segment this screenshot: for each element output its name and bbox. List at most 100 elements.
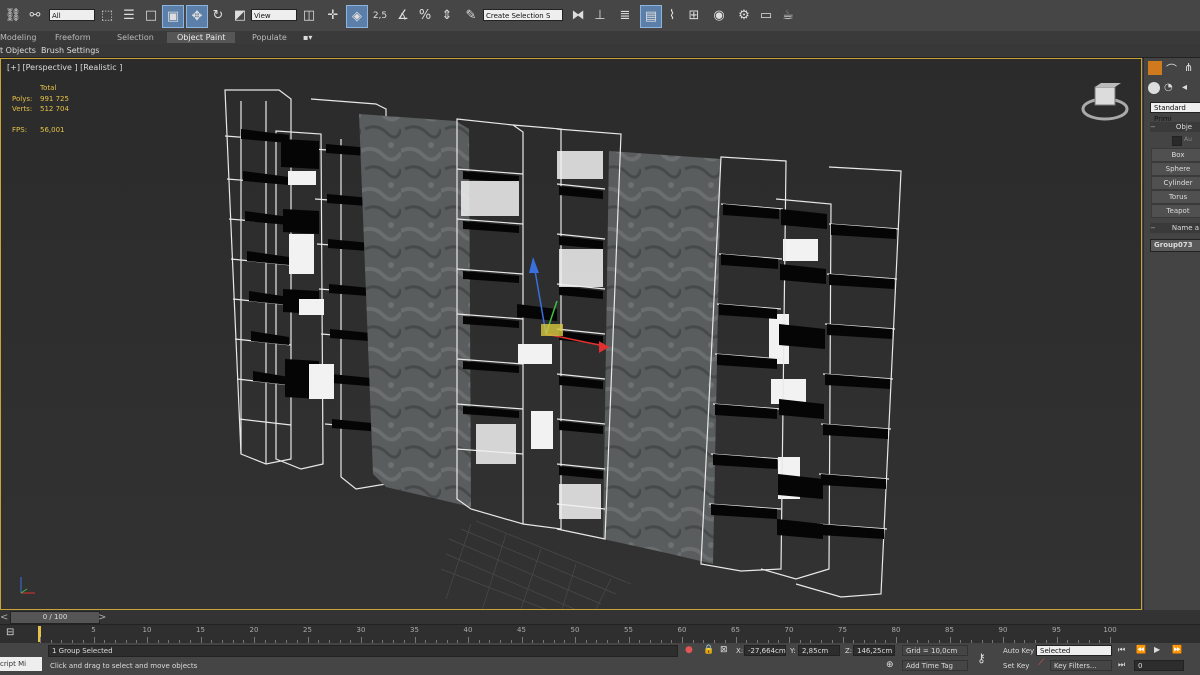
object-name-field[interactable]: Group073 [1150,239,1200,252]
tab-modeling[interactable]: Modeling [0,32,36,43]
link-icon[interactable]: ⛓ [3,5,23,26]
tab-populate[interactable]: Populate [252,32,287,43]
align-icon[interactable]: ⊥ [590,5,610,26]
next-frame-icon[interactable]: > [98,612,106,623]
move-gizmo-icon[interactable]: ✛ [323,5,343,26]
timeline-tick-label: 5 [91,626,96,634]
x-label: X: [736,647,744,655]
timeline-tick-label: 65 [731,626,740,634]
select-and-rotate-icon[interactable]: ↻ [208,5,228,26]
box-button[interactable]: Box [1151,148,1200,162]
unlink-icon[interactable]: ⚯ [25,5,45,26]
play-icon[interactable]: ▶ [1154,645,1160,654]
time-slider-thumb[interactable]: 0 / 100 [10,611,100,624]
render-frame-window-icon[interactable]: ▭ [756,5,776,26]
geometry-icon[interactable] [1148,82,1160,94]
key-tangent-icon[interactable]: ⟋ [1038,658,1044,668]
perspective-viewport[interactable]: [+] [Perspective ] [Realistic ] Total Po… [0,58,1142,610]
create-tab-icon[interactable] [1148,61,1162,75]
maxscript-listener[interactable]: cript Mi [0,657,42,671]
time-slider[interactable]: < 0 / 100 > [0,610,1200,624]
curve-editor-icon[interactable]: ⌇ [662,5,682,26]
x-coordinate-field[interactable]: -27,664cm [744,645,786,656]
axis-tripod-icon [13,571,41,599]
tab-object-paint[interactable]: Object Paint [167,32,236,43]
ribbon-tabs: Modeling Freeform Selection Object Paint… [0,31,1200,45]
brush-settings-panel[interactable]: Brush Settings [41,45,99,56]
render-production-icon[interactable]: ☕ [778,5,798,26]
modify-tab-icon[interactable]: ⌒ [1166,61,1177,77]
key-filters-button[interactable]: Key Filters... [1050,660,1112,671]
timeline-tick-label: 40 [463,626,473,634]
select-by-name-icon[interactable]: ☰ [119,5,139,26]
teapot-button[interactable]: Teapot [1151,204,1200,218]
ribbon-panel: t Objects Brush Settings [0,44,1200,58]
rectangular-region-icon[interactable]: □ [141,5,161,26]
z-coordinate-field[interactable]: 146,25cm [853,645,895,656]
torus-button[interactable]: Torus [1151,190,1200,204]
paint-objects-panel[interactable]: t Objects [0,45,36,56]
marble-panel-left [359,114,471,507]
cylinder-button[interactable]: Cylinder [1151,176,1200,190]
select-and-scale-icon[interactable]: ◩ [230,5,250,26]
y-coordinate-field[interactable]: 2,85cm [798,645,840,656]
key-mode-icon[interactable]: ⏭ [1118,660,1125,670]
reference-coordinate-select[interactable]: View [251,9,297,21]
track-bar[interactable]: ⊟ 5 10 15 20 25 30 35 40 45 50 55 60 65 70 75 80 85 90 95 1… [0,624,1200,644]
absolute-mode-icon[interactable]: ⊠ [720,645,728,655]
toggle-ribbon-icon[interactable]: ▤ [640,5,662,28]
add-time-tag-button[interactable]: Add Time Tag [902,660,968,671]
sphere-button[interactable]: Sphere [1151,162,1200,176]
set-key-button[interactable]: Set Key [1003,662,1029,670]
prev-frame-icon[interactable]: < [0,612,8,623]
object-type-rollout[interactable]: − Obje [1150,122,1200,132]
mirror-icon[interactable]: ⧓ [568,5,588,26]
command-panel: ⌒ ⋔ ◔ ◂ Standard Primi − Obje Au Box Sphe… [1143,58,1200,610]
go-to-start-icon[interactable]: ⏮ [1118,645,1125,655]
spinner-snap-icon[interactable]: ⇕ [437,5,457,26]
tab-selection[interactable]: Selection [117,32,154,43]
previous-frame-icon[interactable]: ⏪ [1136,645,1146,654]
mini-curve-editor-icon[interactable]: ⊟ [6,627,14,638]
layer-explorer-icon[interactable]: ≣ [615,5,635,26]
pivot-center-icon[interactable]: ◫ [299,5,319,26]
viewcube[interactable] [1081,81,1129,123]
key-mode-select[interactable]: Selected [1036,645,1112,656]
render-setup-icon[interactable]: ⚙ [734,5,754,26]
next-frame-button-icon[interactable]: ⏩ [1172,645,1182,654]
timeline-tick-label: 50 [570,626,580,634]
selection-status: 1 Group Selected [48,645,678,657]
selection-filter-select[interactable]: All [49,9,95,21]
z-label: Z: [845,647,853,655]
tab-freeform[interactable]: Freeform [55,32,91,43]
timeline-tick-label: 85 [945,626,954,634]
category-select[interactable]: Standard Primi [1150,102,1200,123]
window-crossing-icon[interactable]: ▣ [162,5,184,28]
select-object-icon[interactable]: ⬚ [97,5,117,26]
lock-selection-icon[interactable]: 🔒 [703,645,714,655]
schematic-view-icon[interactable]: ⊞ [684,5,704,26]
snaps-toggle[interactable]: 2,5 [370,5,390,26]
set-key-icon[interactable]: ⚷ [977,651,986,665]
percent-snap-icon[interactable]: % [415,5,435,26]
autogrid-label: Au [1184,136,1192,143]
select-and-move-icon[interactable]: ✥ [186,5,208,28]
timeline-tick-label: 15 [196,626,205,634]
timeline-tick-label: 45 [517,626,526,634]
name-color-rollout[interactable]: − Name a [1150,223,1200,233]
current-frame-field[interactable]: 0 [1134,660,1184,671]
lights-icon[interactable]: ◂ [1182,82,1187,93]
angle-snap-icon[interactable]: ∡ [393,5,413,26]
hierarchy-tab-icon[interactable]: ⋔ [1184,61,1193,74]
edit-named-selection-icon[interactable]: ✎ [461,5,481,26]
select-manipulate-icon[interactable]: ◈ [346,5,368,28]
named-selection-set-select[interactable]: Create Selection S [483,9,563,21]
ribbon-options-icon[interactable]: ▪▾ [303,32,312,43]
auto-key-button[interactable]: Auto Key [1003,647,1034,655]
autogrid-checkbox[interactable] [1172,136,1182,146]
shapes-icon[interactable]: ◔ [1164,82,1173,93]
material-editor-icon[interactable]: ◉ [709,5,729,26]
grid-size-display: Grid = 10,0cm [902,645,968,656]
isolate-icon[interactable]: ● [685,645,693,655]
main-toolbar: ⛓ ⚯ All ⬚ ☰ □ ▣ ✥ ↻ ◩ View ◫ ✛ ◈ 2,5 ∡ %… [0,0,1200,32]
